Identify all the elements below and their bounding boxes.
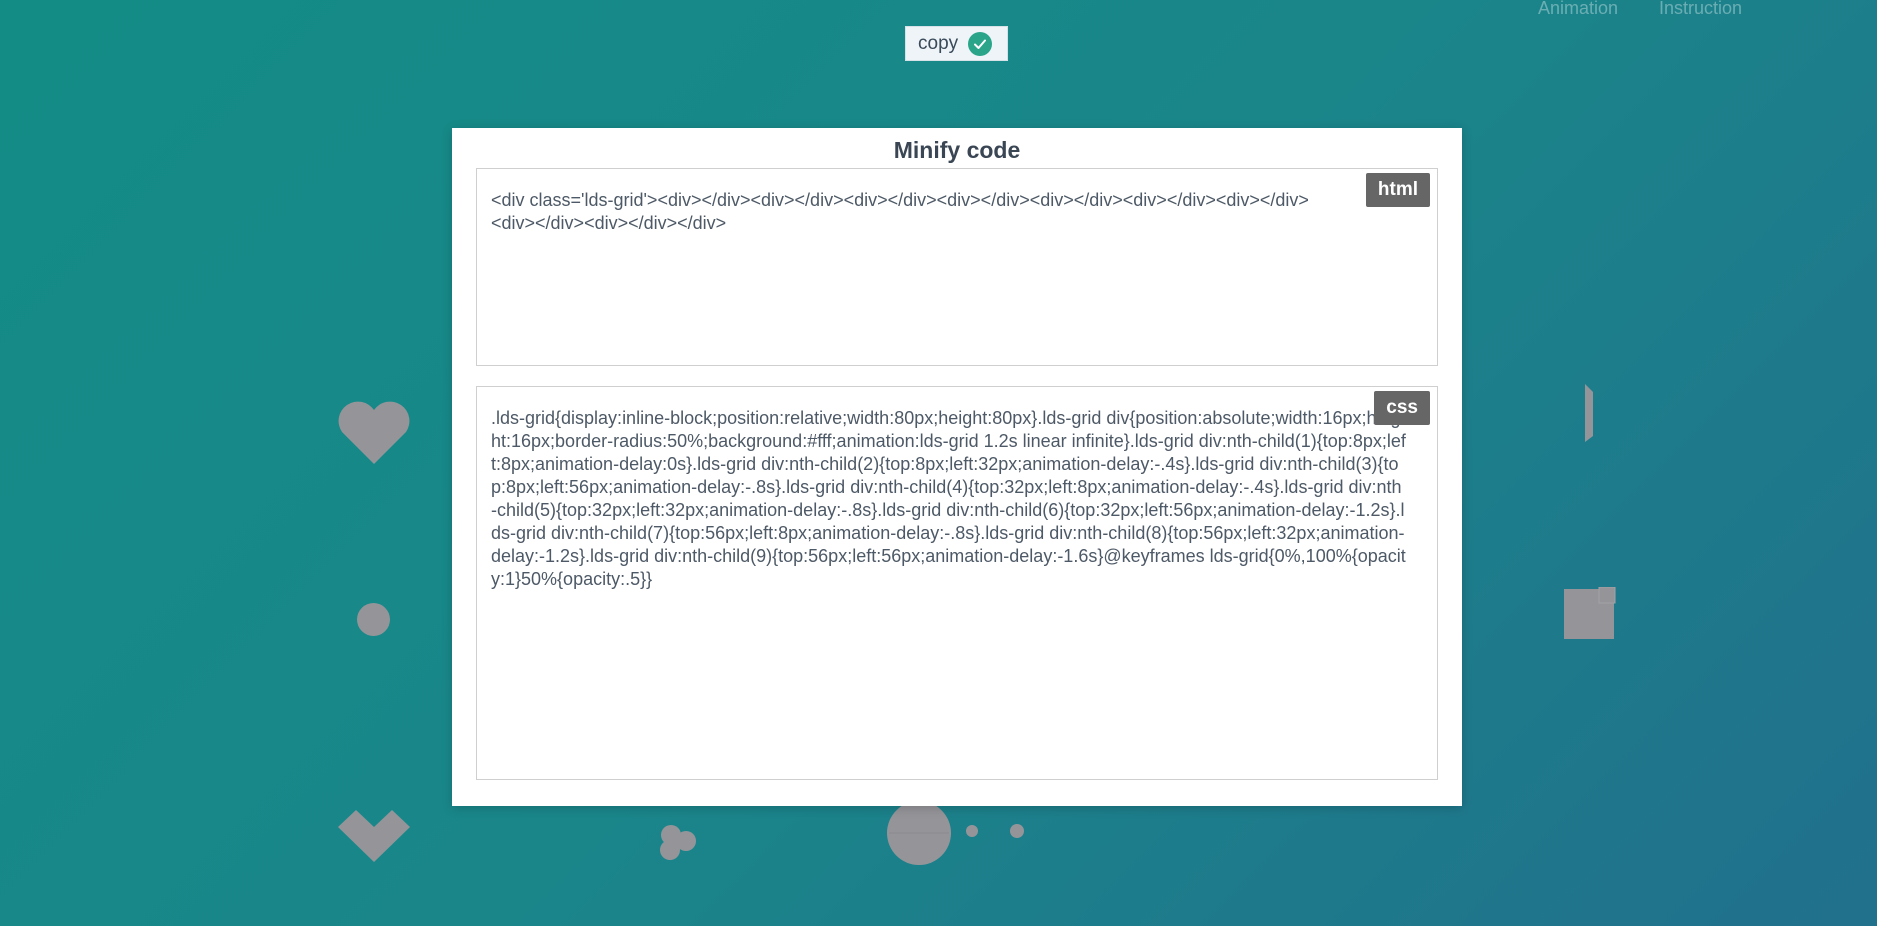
minify-code-modal: Minify code <div class='lds-grid'><div><… bbox=[452, 128, 1462, 806]
circle-icon bbox=[357, 603, 390, 636]
html-code-line: <div class='lds-grid'><div></div><div></… bbox=[491, 190, 1309, 210]
html-code-line: <div></div><div></div></div> bbox=[491, 213, 727, 233]
square-icon bbox=[1564, 586, 1616, 644]
css-badge: css bbox=[1374, 391, 1430, 425]
dots-icon bbox=[657, 822, 699, 867]
nav-instruction-link[interactable]: Instruction bbox=[1659, 0, 1742, 19]
css-code-panel[interactable]: .lds-grid{display:inline-block;position:… bbox=[476, 386, 1438, 780]
html-badge: html bbox=[1365, 173, 1430, 207]
heart-icon bbox=[336, 805, 412, 868]
copy-button-label: copy bbox=[918, 32, 959, 54]
heart-icon bbox=[336, 398, 412, 471]
check-circle-icon bbox=[968, 31, 993, 56]
html-code-panel[interactable]: <div class='lds-grid'><div></div><div></… bbox=[476, 168, 1438, 366]
nav-animation-link[interactable]: Animation bbox=[1538, 0, 1618, 19]
bouncing-balls-icon bbox=[886, 800, 1026, 871]
copy-button[interactable]: copy bbox=[905, 26, 1008, 61]
modal-title: Minify code bbox=[893, 137, 1021, 163]
html-code-text[interactable]: <div class='lds-grid'><div></div><div></… bbox=[491, 189, 1309, 235]
css-code-text[interactable]: .lds-grid{display:inline-block;position:… bbox=[491, 407, 1407, 591]
half-shape-icon bbox=[1585, 384, 1595, 449]
